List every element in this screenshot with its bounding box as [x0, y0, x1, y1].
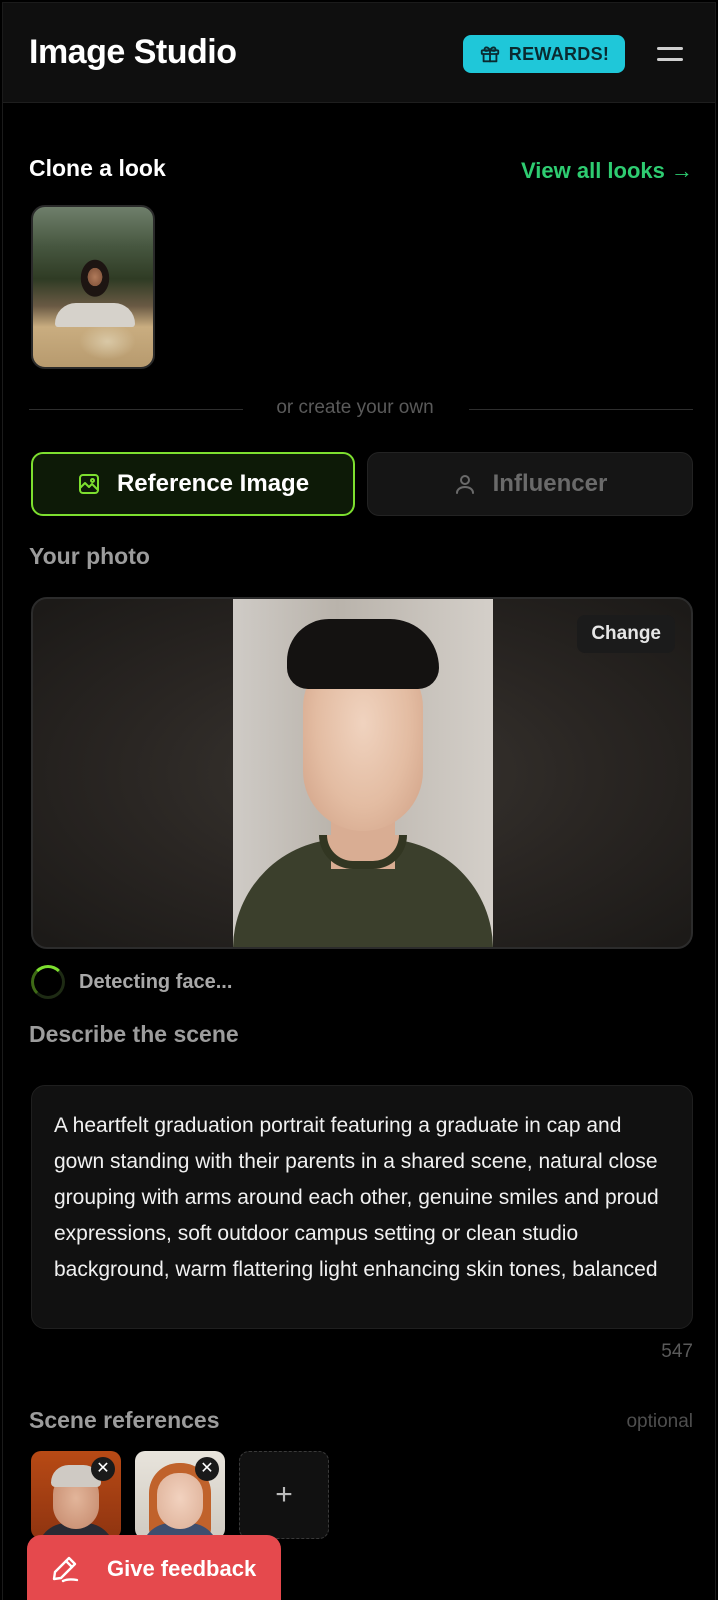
scene-description-text: A heartfelt graduation portrait featurin…	[54, 1114, 659, 1281]
rewards-button[interactable]: REWARDS!	[463, 35, 625, 73]
reference-face	[157, 1473, 203, 1529]
look-thumbnail[interactable]	[31, 205, 155, 369]
your-photo-heading: Your photo	[29, 543, 150, 569]
divider-text: or create your own	[276, 397, 434, 418]
gift-icon	[480, 46, 499, 63]
app-title: Image Studio	[29, 33, 237, 71]
plus-icon: +	[275, 1478, 293, 1511]
character-count: 547	[661, 1341, 693, 1362]
face-detection-status: Detecting face...	[31, 965, 232, 999]
scene-description-textarea[interactable]: A heartfelt graduation portrait featurin…	[31, 1085, 693, 1329]
arrow-right-icon: →	[670, 158, 693, 183]
menu-icon	[657, 47, 683, 50]
view-all-looks-link[interactable]: View all looks →	[521, 158, 693, 184]
top-header: Image Studio REWARDS!	[3, 3, 715, 103]
feedback-label: Give feedback	[107, 1556, 257, 1581]
app-frame: Image Studio REWARDS! Clone a look View …	[2, 2, 716, 1600]
scene-reference-thumbnail[interactable]: ✕	[31, 1451, 121, 1539]
view-all-label: View all looks	[521, 158, 665, 183]
clone-look-heading: Clone a look	[29, 155, 166, 181]
rewards-label: REWARDS!	[508, 43, 610, 64]
divider-right	[469, 409, 693, 410]
divider-left	[29, 409, 243, 410]
menu-button[interactable]	[655, 41, 685, 67]
loading-spinner-icon	[31, 965, 65, 999]
reference-image-tab[interactable]: Reference Image	[31, 452, 355, 516]
user-icon	[455, 475, 474, 494]
add-reference-button[interactable]: +	[239, 1451, 329, 1539]
photo-preview: Change	[31, 597, 693, 949]
pen-icon	[52, 1556, 79, 1583]
change-photo-button[interactable]: Change	[577, 615, 675, 653]
menu-icon-line	[657, 58, 683, 61]
photo-hair	[287, 619, 439, 689]
scene-references-heading: Scene references	[29, 1407, 220, 1433]
status-text: Detecting face...	[79, 970, 233, 993]
remove-reference-button[interactable]: ✕	[195, 1457, 219, 1481]
influencer-label: Influencer	[492, 470, 608, 497]
influencer-tab[interactable]: Influencer	[367, 452, 693, 516]
remove-reference-button[interactable]: ✕	[91, 1457, 115, 1481]
give-feedback-button[interactable]: Give feedback	[27, 1535, 281, 1600]
image-icon	[78, 474, 99, 494]
optional-label: optional	[626, 1411, 693, 1432]
look-person-shoulders	[55, 303, 135, 327]
uploaded-photo	[233, 599, 493, 947]
reference-image-label: Reference Image	[116, 470, 310, 497]
describe-scene-heading: Describe the scene	[29, 1021, 239, 1047]
scene-reference-thumbnail[interactable]: ✕	[135, 1451, 225, 1539]
